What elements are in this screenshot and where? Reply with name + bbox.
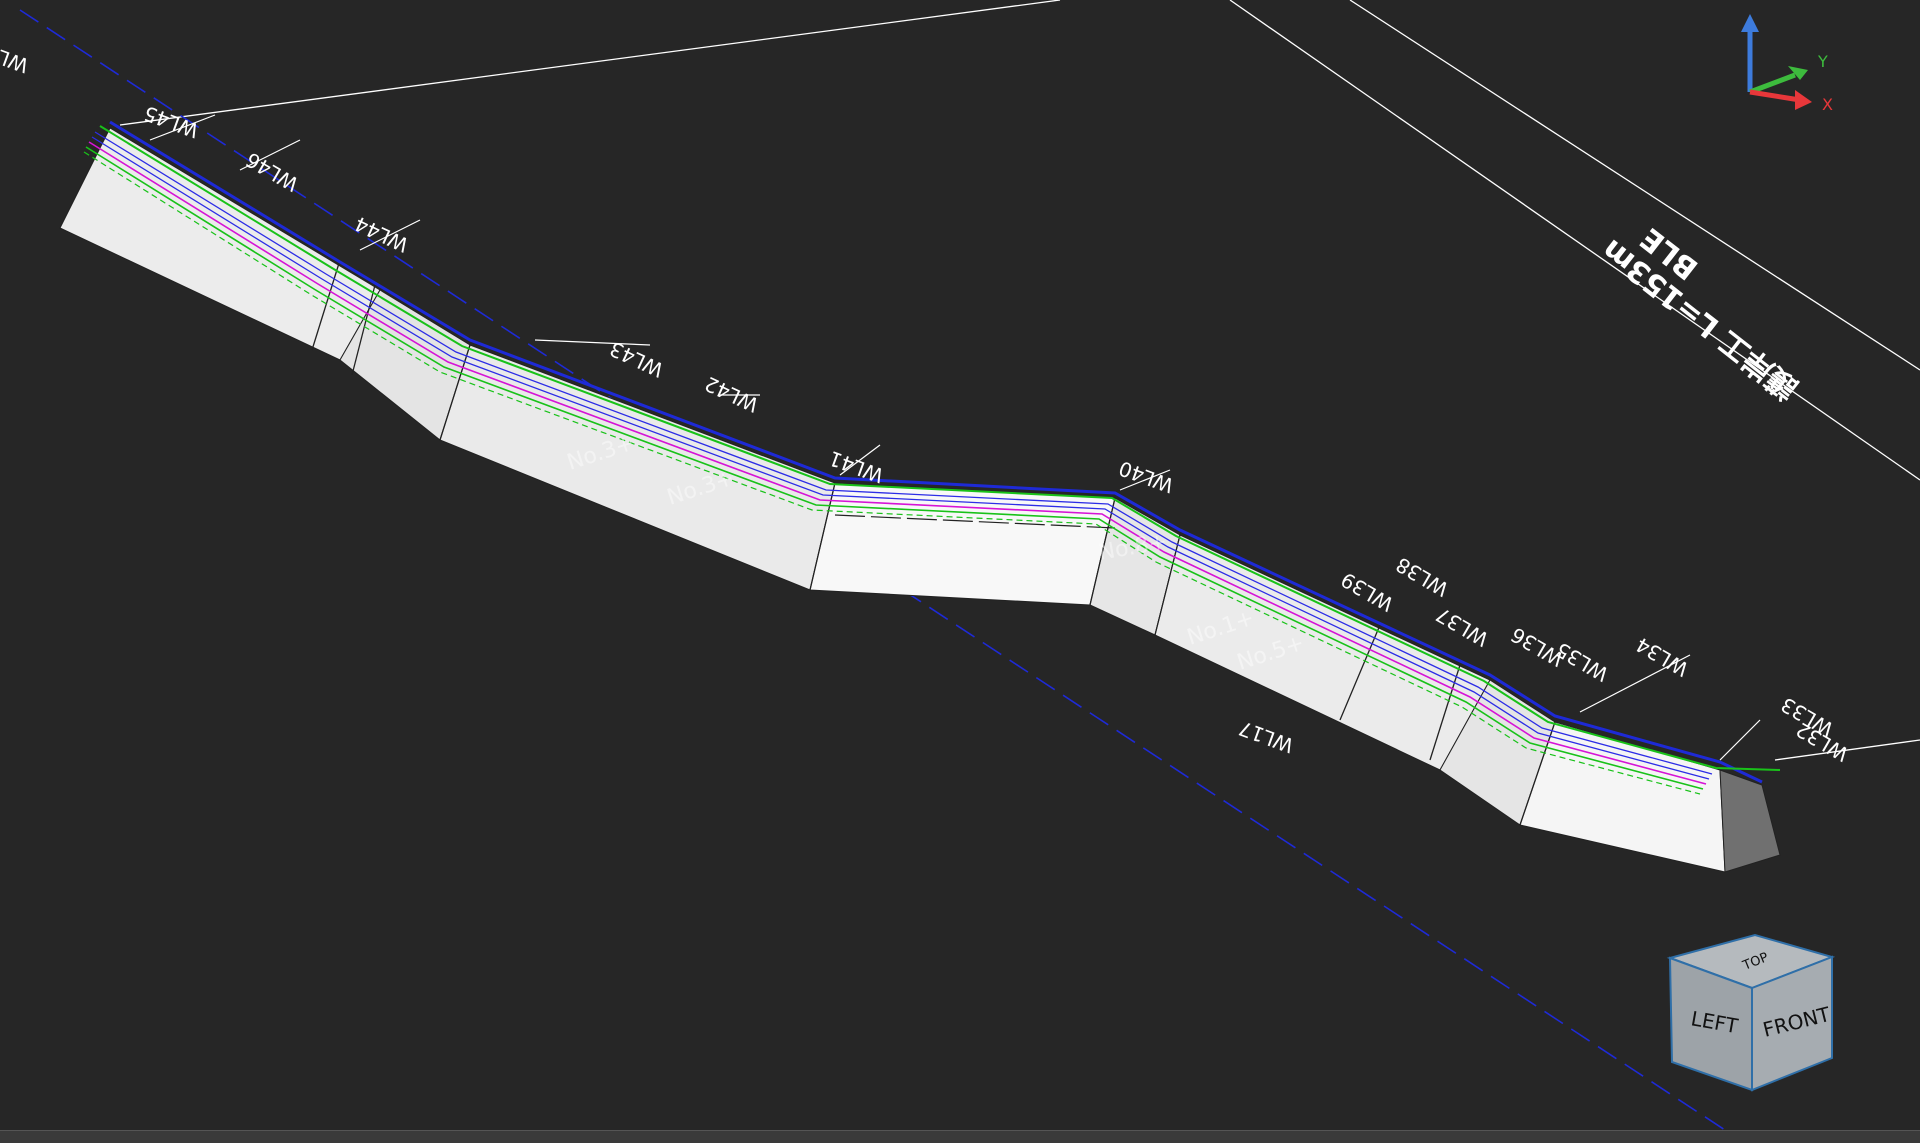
3d-viewport[interactable]: WL47 WL46 WL45 WL44 WL43 WL42 WL41 WL40 …: [0, 0, 1920, 1130]
station-label: WL43: [606, 337, 667, 383]
ucs-axis-indicator: Y X: [1741, 14, 1833, 114]
station-label: WL44: [351, 212, 412, 258]
y-axis-label: Y: [1817, 52, 1828, 71]
station-label: WL37: [1432, 602, 1493, 651]
reference-line: [119, 0, 1061, 126]
view-cube[interactable]: TOP LEFT FRONT: [1666, 933, 1836, 1092]
status-bar: [0, 1130, 1920, 1143]
station-label: WL35: [1552, 637, 1613, 686]
station-label: WL46: [242, 147, 303, 196]
station-label: WL38: [1392, 552, 1453, 601]
crest-line-green: [99, 125, 1781, 771]
wall-end-face[interactable]: [1719, 769, 1781, 873]
station-label: WL40: [1116, 456, 1177, 498]
station-label: WL45: [141, 101, 202, 143]
z-axis-arrow-icon: [1741, 14, 1759, 32]
wall-segment[interactable]: [59, 127, 381, 361]
reference-line: [1229, 0, 1920, 481]
station-label: WL34: [1632, 632, 1693, 681]
x-axis-arrow-icon: [1795, 90, 1812, 110]
station-label: WL42: [701, 372, 762, 418]
station-label: WL17: [1236, 716, 1297, 758]
station-label: WL47: [0, 36, 32, 78]
reference-line: [1349, 0, 1920, 371]
wall-segment[interactable]: [1519, 721, 1726, 873]
model-scene[interactable]: WL47 WL46 WL45 WL44 WL43 WL42 WL41 WL40 …: [0, 0, 1920, 1130]
x-axis-label: X: [1822, 95, 1833, 114]
station-label: WL41: [826, 446, 887, 488]
